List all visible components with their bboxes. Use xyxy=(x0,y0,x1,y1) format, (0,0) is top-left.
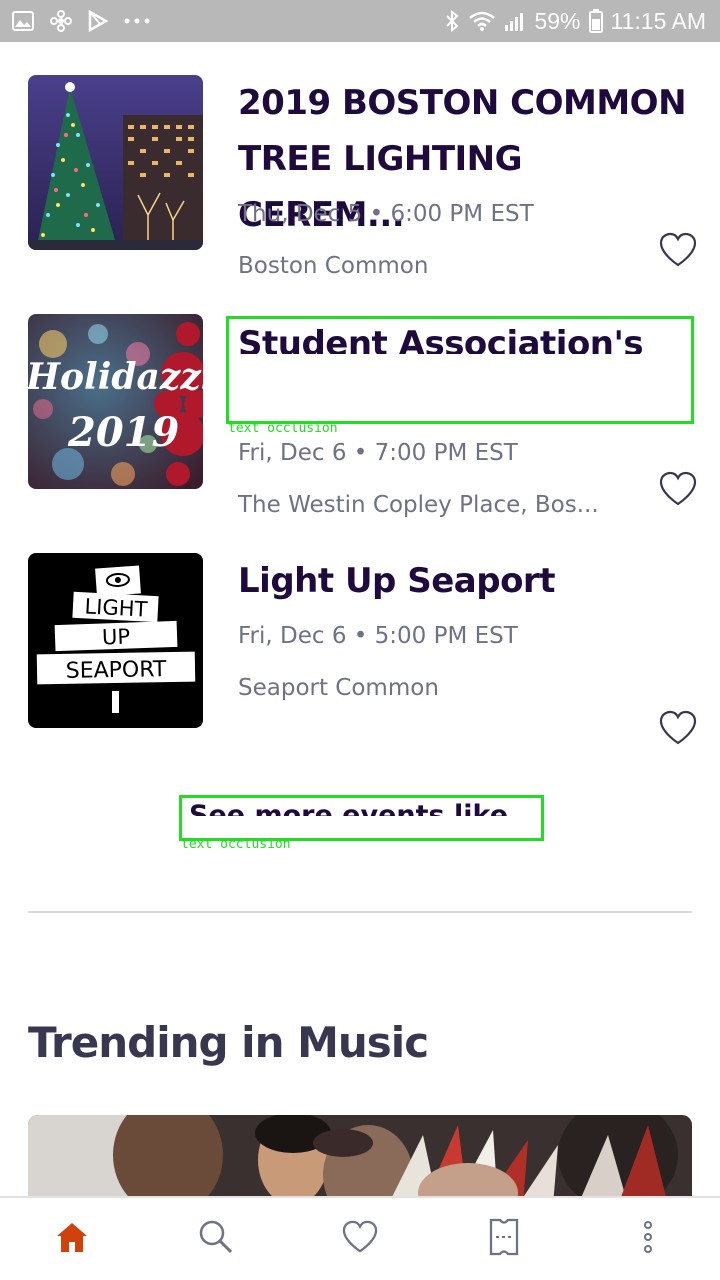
event-title[interactable]: Light Up Seaport xyxy=(238,553,688,609)
text-occlusion-box xyxy=(226,316,694,424)
clock: 11:15 AM xyxy=(610,7,706,34)
tickets-icon xyxy=(488,1218,520,1260)
event-card[interactable]: 2019 BOSTON COMMON TREE LIGHTING CEREM..… xyxy=(0,75,720,279)
event-image-holidazzle[interactable]: Holidazzl 2019 xyxy=(28,314,203,489)
pinwheel-icon xyxy=(50,10,72,32)
holidazzle-image-text: Holidazzl xyxy=(28,356,203,398)
event-date: Fri, Dec 6 • 7:00 PM EST xyxy=(238,440,518,466)
event-venue: The Westin Copley Place, Bos... xyxy=(238,492,599,518)
event-card[interactable]: LIGHT UP SEAPORT Light Up Seaport Fri, D… xyxy=(0,553,720,753)
event-title-line: 2019 BOSTON COMMON xyxy=(238,83,687,123)
heart-icon[interactable] xyxy=(658,471,698,507)
text-occlusion-box xyxy=(179,795,544,841)
heart-icon[interactable] xyxy=(658,710,698,746)
divider xyxy=(28,911,692,913)
signal-icon xyxy=(504,10,526,32)
nav-home[interactable] xyxy=(0,1198,144,1280)
nav-likes[interactable] xyxy=(288,1198,432,1280)
battery-icon xyxy=(588,9,603,33)
event-venue: Boston Common xyxy=(238,253,429,279)
heart-icon xyxy=(341,1220,379,1258)
event-date: Thu, Dec 5 • 6:00 PM EST xyxy=(238,201,534,227)
bluetooth-icon xyxy=(444,9,460,33)
battery-percent: 59% xyxy=(534,7,581,34)
event-image-light-up-seaport[interactable]: LIGHT UP SEAPORT xyxy=(28,553,203,728)
heart-icon[interactable] xyxy=(658,232,698,268)
status-right: 59% 11:15 AM xyxy=(444,5,706,37)
home-icon xyxy=(54,1219,90,1259)
event-title-line: Light Up Seaport xyxy=(238,561,555,601)
play-store-icon xyxy=(88,10,108,32)
nav-tickets[interactable] xyxy=(432,1198,576,1280)
trending-event-image[interactable] xyxy=(28,1115,692,1205)
gallery-icon xyxy=(12,11,34,31)
more-dots-icon xyxy=(124,17,150,25)
text-occlusion-label: text occlusion xyxy=(181,837,291,852)
nav-more[interactable] xyxy=(576,1198,720,1280)
search-icon xyxy=(197,1218,235,1260)
event-image-christmas-tree[interactable] xyxy=(28,75,203,250)
bottom-navigation xyxy=(0,1196,720,1280)
event-date: Fri, Dec 6 • 5:00 PM EST xyxy=(238,623,518,649)
event-venue: Seaport Common xyxy=(238,675,439,701)
status-left-icons xyxy=(12,8,150,34)
status-bar: 59% 11:15 AM xyxy=(0,0,720,42)
seaport-image-text-light: LIGHT xyxy=(84,594,148,621)
seaport-image-text-up: UP xyxy=(102,625,131,650)
holidazzle-year-text: 2019 xyxy=(67,409,179,456)
seaport-image-text-seaport: SEAPORT xyxy=(66,657,168,684)
section-title-trending: Trending in Music xyxy=(28,1018,429,1067)
wifi-icon xyxy=(468,10,496,32)
nav-search[interactable] xyxy=(144,1198,288,1280)
text-occlusion-label: text occlusion xyxy=(228,421,338,436)
more-vertical-icon xyxy=(643,1221,653,1257)
